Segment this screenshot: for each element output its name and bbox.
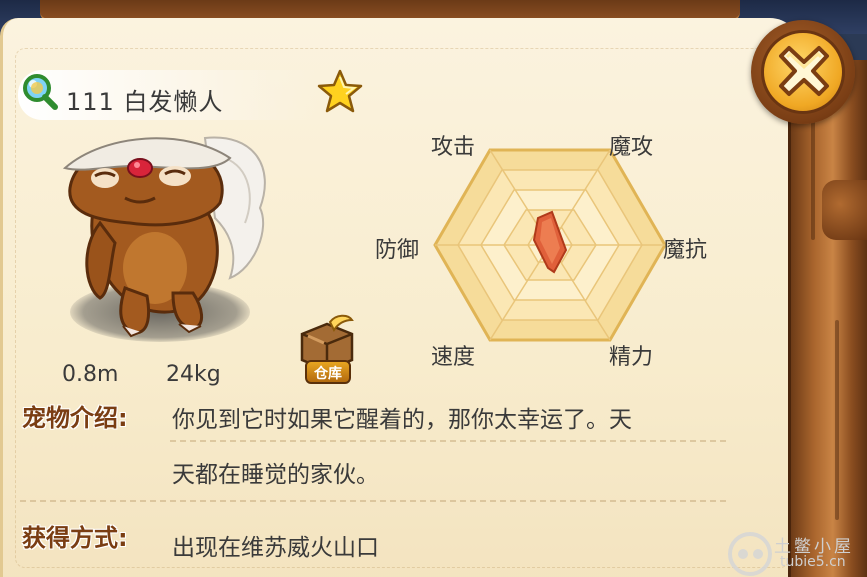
watermark-url: tubie5.cn (780, 554, 846, 570)
divider (170, 440, 730, 442)
close-button[interactable] (751, 20, 855, 124)
pet-weight: 24kg (166, 362, 221, 387)
intro-text-line1: 你见到它时如果它醒着的，那你太幸运了。天 (172, 407, 632, 433)
pet-name: 111 白发懒人 (66, 88, 224, 116)
radar-label-defense: 防御 (375, 238, 420, 263)
pet-info-window: 111 白发懒人 0.8m 24kg 仓库 攻击 魔攻 魔抗 精力 速度 防御 … (0, 0, 867, 577)
pet-height: 0.8m (62, 362, 119, 387)
magnifier-icon[interactable] (20, 72, 60, 112)
warehouse-label[interactable]: 仓库 (305, 360, 351, 384)
star-icon[interactable] (316, 68, 364, 116)
radar-label-attack: 攻击 (431, 135, 476, 160)
stat-radar-chart (433, 148, 667, 342)
wood-grain (835, 320, 839, 520)
radar-label-energy: 精力 (609, 345, 654, 370)
radar-label-magic-resist: 魔抗 (663, 238, 708, 263)
radar-label-speed: 速度 (431, 345, 476, 370)
intro-title: 宠物介绍: (22, 404, 128, 432)
radar-label-magic-attack: 魔攻 (609, 135, 654, 160)
pet-image (62, 136, 266, 338)
scroll-roll (788, 60, 867, 577)
divider (20, 500, 730, 502)
obtain-text: 出现在维苏威火山口 (172, 535, 379, 561)
close-x-icon (779, 46, 829, 96)
scroll-cap (822, 180, 867, 240)
obtain-title: 获得方式: (22, 524, 128, 552)
intro-text-line2: 天都在睡觉的家伙。 (172, 462, 379, 488)
